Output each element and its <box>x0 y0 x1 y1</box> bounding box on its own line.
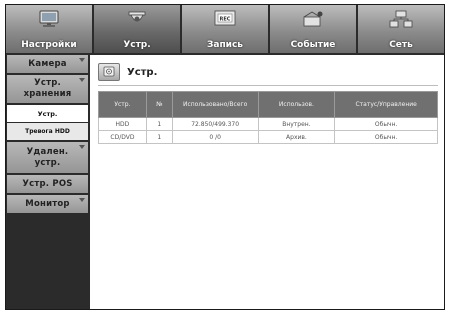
sidebar-subitem-hdd-alarm[interactable]: Тревога HDD <box>7 123 88 140</box>
sidebar-item-camera-label: Камера <box>28 58 67 69</box>
sidebar: Камера Устр. хранения Устр. Тревога HDD … <box>6 55 89 309</box>
tab-settings[interactable]: Настройки <box>6 5 94 53</box>
divider <box>98 85 438 86</box>
main-panel: Устр. Устр. № Использовано/Всего Использ… <box>90 55 444 309</box>
column-header-used-total: Использовано/Всего <box>171 91 259 118</box>
top-tab-bar: Настройки Устр. REC Запись Событие Сеть <box>6 5 444 53</box>
sidebar-item-remote[interactable]: Удален. устр. <box>7 142 88 173</box>
column-header-usage: Использов. <box>257 91 336 118</box>
cell-status[interactable]: Обычн. <box>334 117 438 131</box>
tab-event[interactable]: Событие <box>270 5 358 53</box>
rec-icon: REC <box>213 10 237 32</box>
tab-device[interactable]: Устр. <box>94 5 182 53</box>
network-icon <box>389 10 413 32</box>
sidebar-item-storage-label-2: хранения <box>23 89 72 99</box>
sidebar-item-remote-label-2: устр. <box>34 157 61 168</box>
cell-usage[interactable]: Внутрен. <box>257 117 336 131</box>
sidebar-item-storage[interactable]: Устр. хранения <box>7 75 88 103</box>
cell-used-total: 72.850/499.370 <box>171 117 259 131</box>
dvr-window: Настройки Устр. REC Запись Событие Сеть … <box>5 4 445 310</box>
tab-network-label: Сеть <box>389 40 413 50</box>
sidebar-item-monitor[interactable]: Монитор <box>7 195 88 213</box>
svg-text:REC: REC <box>220 17 231 23</box>
sidebar-item-pos[interactable]: Устр. POS <box>7 175 88 193</box>
sidebar-subitem-hdd-alarm-label: Тревога HDD <box>25 128 70 135</box>
tab-device-label: Устр. <box>123 40 151 50</box>
cell-device: CD/DVD <box>98 130 147 144</box>
cell-used-total: 0 /0 <box>171 130 259 144</box>
tab-record-label: Запись <box>206 40 244 50</box>
sidebar-item-storage-label-1: Устр. <box>34 78 61 88</box>
sidebar-subitem-device-label: Устр. <box>37 109 58 118</box>
expand-arrow-icon <box>79 145 85 149</box>
monitor-icon <box>38 10 60 32</box>
column-header-device: Устр. <box>98 91 147 118</box>
sidebar-item-camera[interactable]: Камера <box>7 55 88 73</box>
column-header-status: Статус/Управление <box>334 91 438 118</box>
cell-usage[interactable]: Архив. <box>257 130 336 144</box>
tab-record[interactable]: REC Запись <box>182 5 270 53</box>
table-header-row: Устр. № Использовано/Всего Использов. Ст… <box>98 91 438 118</box>
storage-device-table: Устр. № Использовано/Всего Использов. Ст… <box>98 91 438 144</box>
expand-arrow-icon <box>79 58 85 62</box>
column-header-number: № <box>145 91 173 118</box>
expand-arrow-icon <box>79 78 85 82</box>
sidebar-item-monitor-label: Монитор <box>25 198 70 209</box>
table-row[interactable]: CD/DVD 1 0 /0 Архив. Обычн. <box>98 130 438 144</box>
cell-status[interactable]: Обычн. <box>334 130 438 144</box>
page-title: Устр. <box>127 66 158 78</box>
tab-event-label: Событие <box>290 40 336 50</box>
expand-arrow-icon <box>79 198 85 202</box>
sidebar-item-remote-label-1: Удален. <box>26 146 69 157</box>
camera-dome-icon <box>126 10 148 32</box>
page-header: Устр. <box>98 62 157 82</box>
table-row[interactable]: HDD 1 72.850/499.370 Внутрен. Обычн. <box>98 117 438 131</box>
sidebar-item-pos-label: Устр. POS <box>22 178 73 189</box>
tab-network[interactable]: Сеть <box>358 5 444 53</box>
cell-number: 1 <box>145 117 173 131</box>
cell-number: 1 <box>145 130 173 144</box>
storage-icon <box>98 63 120 81</box>
event-icon <box>301 10 325 32</box>
cell-device: HDD <box>98 117 147 131</box>
tab-settings-label: Настройки <box>21 40 77 50</box>
sidebar-subitem-device[interactable]: Устр. <box>7 105 88 122</box>
